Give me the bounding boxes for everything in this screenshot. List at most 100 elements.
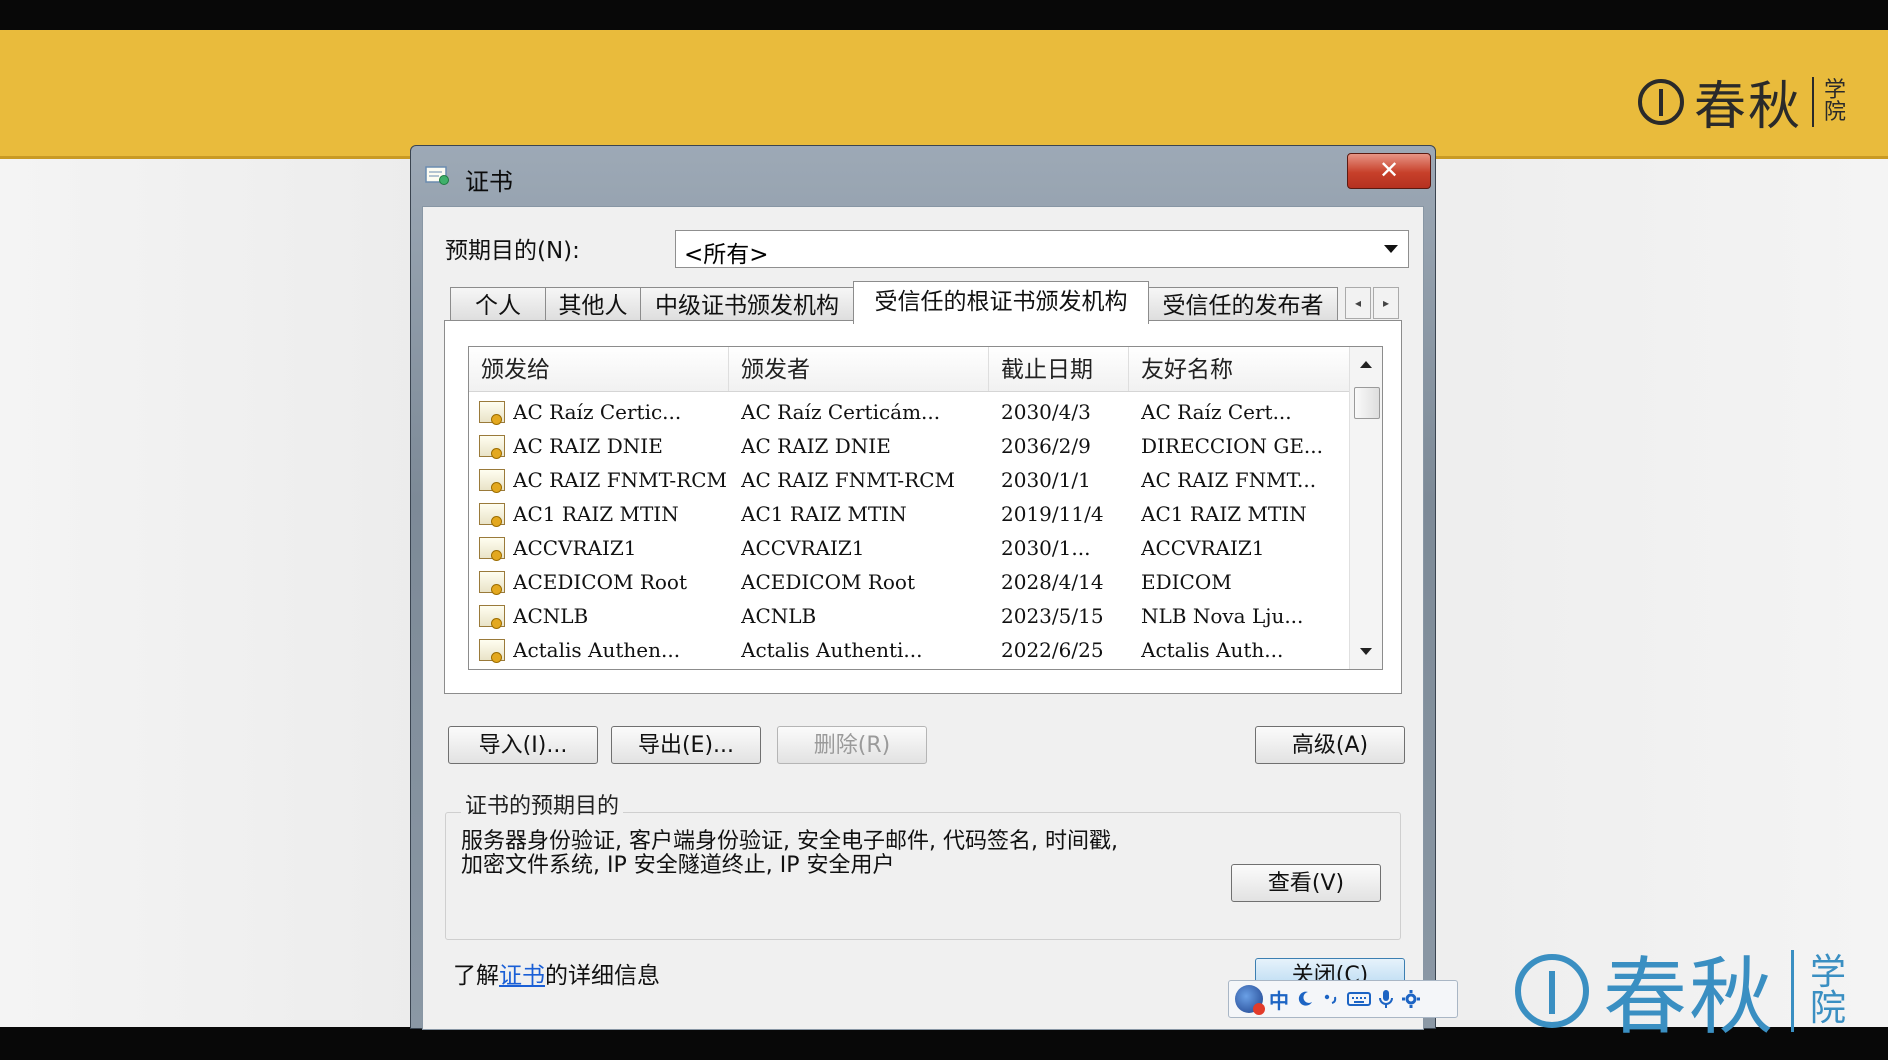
cell-friendly-name: Actalis Auth... xyxy=(1141,638,1284,662)
certificate-help-link[interactable]: 证书 xyxy=(499,963,545,989)
top-black-bar xyxy=(0,0,1888,30)
purpose-label: 预期目的(N): xyxy=(445,238,580,264)
cell-issued-to: Actalis Authen... xyxy=(513,638,681,662)
cell-issued-to: AC1 RAIZ MTIN xyxy=(513,502,679,526)
tab-scroll-left-button[interactable]: ◂ xyxy=(1345,287,1371,319)
scroll-up-icon[interactable] xyxy=(1360,361,1372,368)
cell-expiration: 2022/6/25 xyxy=(1001,638,1104,662)
purpose-value: <所有> xyxy=(684,242,769,268)
certificate-icon xyxy=(479,537,505,561)
cell-issued-by: AC1 RAIZ MTIN xyxy=(741,502,907,526)
scroll-down-icon[interactable] xyxy=(1360,648,1372,655)
brand-sub-char: 学 xyxy=(1810,951,1847,993)
top-banner xyxy=(0,30,1888,159)
column-header-issued-by[interactable]: 颁发者 xyxy=(729,347,989,391)
cell-expiration: 2028/4/14 xyxy=(1001,570,1104,594)
brand-logo-top: 春秋 学 院 xyxy=(1638,64,1846,139)
table-row[interactable]: AC RAIZ FNMT-RCM AC RAIZ FNMT-RCM 2030/1… xyxy=(469,463,1349,497)
certificate-icon xyxy=(479,605,505,629)
scroll-thumb[interactable] xyxy=(1354,387,1380,419)
cell-friendly-name: AC RAIZ FNMT... xyxy=(1141,468,1317,492)
table-row[interactable]: ACEDICOM Root ACEDICOM Root 2028/4/14 ED… xyxy=(469,565,1349,599)
brand-sub-char: 院 xyxy=(1824,99,1847,125)
moon-icon[interactable] xyxy=(1295,989,1315,1009)
cell-expiration: 2023/5/15 xyxy=(1001,604,1104,628)
punctuation-icon[interactable] xyxy=(1321,989,1341,1009)
brand-logo-bottom: 春秋 学 院 xyxy=(1515,930,1846,1051)
cell-issued-to: AC RAIZ DNIE xyxy=(513,434,663,458)
brand-name: 春秋 xyxy=(1603,948,1776,1046)
learn-more-prefix: 了解 xyxy=(453,963,499,989)
table-row[interactable]: AC RAIZ DNIE AC RAIZ DNIE 2036/2/9 DIREC… xyxy=(469,429,1349,463)
cell-friendly-name: AC Raíz Cert... xyxy=(1141,400,1292,424)
cell-issued-by: AC Raíz Certicám... xyxy=(741,400,941,424)
table-row[interactable]: AC1 RAIZ MTIN AC1 RAIZ MTIN 2019/11/4 AC… xyxy=(469,497,1349,531)
purpose-description-line: 服务器身份验证, 客户端身份验证, 安全电子邮件, 代码签名, 时间戳, xyxy=(461,829,1118,854)
certificate-icon xyxy=(479,503,505,527)
brand-mark-icon xyxy=(1515,953,1589,1028)
title-bar[interactable]: 证书 ✕ xyxy=(411,146,1435,198)
brand-sub-char: 学 xyxy=(1824,77,1847,103)
certificate-list[interactable]: 颁发给 颁发者 截止日期 友好名称 AC Raíz Certic... AC R… xyxy=(468,346,1383,670)
tab-intermediate-ca[interactable]: 中级证书颁发机构 xyxy=(640,287,854,323)
brand-sub-char: 院 xyxy=(1810,987,1847,1029)
view-button[interactable]: 查看(V) xyxy=(1231,864,1381,902)
column-header-friendly-name[interactable]: 友好名称 xyxy=(1129,347,1349,391)
cell-issued-by: ACCVRAIZ1 xyxy=(741,536,865,560)
purpose-dropdown[interactable]: <所有> xyxy=(675,230,1409,268)
export-button[interactable]: 导出(E)... xyxy=(611,726,761,764)
certificate-icon xyxy=(479,469,505,493)
cell-issued-by: AC RAIZ FNMT-RCM xyxy=(741,468,955,492)
cell-expiration: 2030/4/3 xyxy=(1001,400,1091,424)
cell-friendly-name: EDICOM xyxy=(1141,570,1232,594)
learn-more-text: 了解证书的详细信息 xyxy=(453,956,660,990)
cell-issued-to: ACCVRAIZ1 xyxy=(513,536,637,560)
certificate-icon xyxy=(479,435,505,459)
tab-personal[interactable]: 个人 xyxy=(450,287,546,323)
mic-icon[interactable] xyxy=(1377,988,1395,1010)
remove-button[interactable]: 删除(R) xyxy=(777,726,927,764)
import-button[interactable]: 导入(I)... xyxy=(448,726,598,764)
list-scrollbar[interactable] xyxy=(1349,347,1382,669)
tab-trusted-publishers[interactable]: 受信任的发布者 xyxy=(1148,287,1338,323)
brand-separator xyxy=(1812,76,1815,127)
cell-issued-by: ACNLB xyxy=(741,604,817,628)
list-header: 颁发给 颁发者 截止日期 友好名称 xyxy=(469,347,1349,392)
cell-friendly-name: AC1 RAIZ MTIN xyxy=(1141,502,1307,526)
cell-issued-to: AC RAIZ FNMT-RCM xyxy=(513,468,727,492)
brand-separator xyxy=(1791,949,1795,1032)
window-title: 证书 xyxy=(465,168,513,196)
column-header-expiration[interactable]: 截止日期 xyxy=(989,347,1129,391)
dropdown-arrow-icon xyxy=(1384,245,1398,253)
learn-more-suffix: 的详细信息 xyxy=(545,963,660,989)
cell-issued-by: AC RAIZ DNIE xyxy=(741,434,891,458)
column-header-issued-to[interactable]: 颁发给 xyxy=(469,347,729,391)
certificate-icon xyxy=(479,401,505,425)
settings-icon[interactable] xyxy=(1401,989,1421,1009)
ime-toolbar[interactable]: 中 xyxy=(1228,980,1458,1018)
table-row[interactable]: Actalis Authen... Actalis Authenti... 20… xyxy=(469,633,1349,667)
table-row[interactable]: ACCVRAIZ1 ACCVRAIZ1 2030/1... ACCVRAIZ1 xyxy=(469,531,1349,565)
tab-scroll-right-button[interactable]: ▸ xyxy=(1373,287,1399,319)
table-row[interactable]: ACNLB ACNLB 2023/5/15 NLB Nova Lju... xyxy=(469,599,1349,633)
tab-trusted-root-ca[interactable]: 受信任的根证书颁发机构 xyxy=(853,281,1149,324)
cell-expiration: 2036/2/9 xyxy=(1001,434,1091,458)
cell-issued-to: ACEDICOM Root xyxy=(513,570,687,594)
close-window-button[interactable]: ✕ xyxy=(1347,153,1431,189)
brand-mark-icon xyxy=(1638,78,1684,125)
cell-expiration: 2019/11/4 xyxy=(1001,502,1104,526)
cell-friendly-name: DIRECCION GE... xyxy=(1141,434,1324,458)
keyboard-icon[interactable] xyxy=(1347,989,1371,1009)
ime-language-indicator[interactable]: 中 xyxy=(1269,985,1289,1014)
purpose-description-line: 加密文件系统, IP 安全隧道终止, IP 安全用户 xyxy=(461,853,895,878)
cell-issued-to: ACNLB xyxy=(513,604,589,628)
advanced-button[interactable]: 高级(A) xyxy=(1255,726,1405,764)
brand-name: 春秋 xyxy=(1694,77,1803,137)
table-row[interactable]: AC Raíz Certic... AC Raíz Certicám... 20… xyxy=(469,395,1349,429)
cell-issued-to: AC Raíz Certic... xyxy=(513,400,682,424)
brand-subtitle: 学 院 xyxy=(1824,77,1847,125)
ime-logo-icon[interactable] xyxy=(1235,985,1265,1015)
cell-expiration: 2030/1... xyxy=(1001,536,1091,560)
tab-other-people[interactable]: 其他人 xyxy=(545,287,641,323)
purpose-description: 服务器身份验证, 客户端身份验证, 安全电子邮件, 代码签名, 时间戳, 加密文… xyxy=(461,830,1221,878)
